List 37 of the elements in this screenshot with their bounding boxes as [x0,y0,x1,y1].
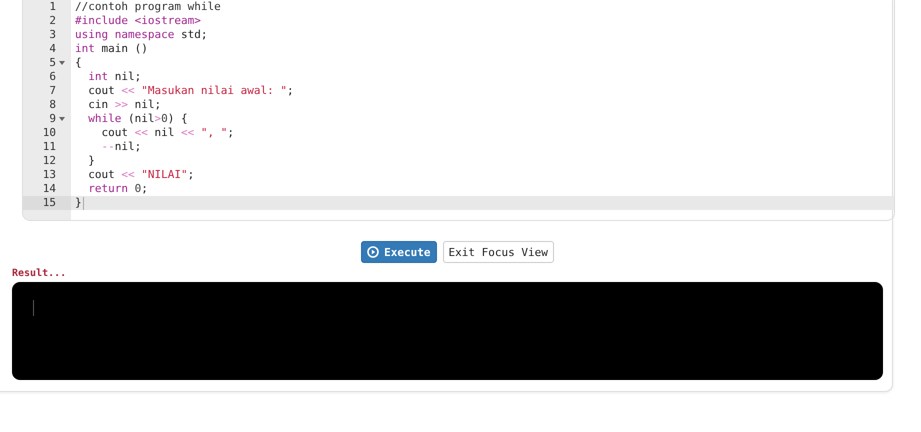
code-line: using namespace std; [74,28,208,42]
line-number: 2 [48,14,57,28]
line-number: 4 [48,42,57,56]
line-number: 11 [42,140,57,154]
fold-arrow-icon[interactable] [59,61,65,65]
code-line: int nil; [87,70,142,84]
line-number: 5 [23,56,71,70]
code-line: int main () [74,42,149,56]
code-line: //contoh program while [74,0,222,14]
line-number: 9 [23,112,71,126]
line-number: 13 [42,168,57,182]
code-line: #include <iostream> [74,14,202,28]
code-line: } [87,154,96,168]
code-line: cout << nil << ", "; [100,126,235,140]
code-line: --nil; [100,140,142,154]
code-line: cout << "Masukan nilai awal: "; [87,84,295,98]
execute-button[interactable]: Execute [361,241,436,263]
exit-focus-view-button[interactable]: Exit Focus View [442,241,554,263]
line-number: 12 [42,154,57,168]
code-line: return 0; [87,182,149,196]
code-line: cin >> nil; [87,98,162,112]
code-line: while (nil>0) { [87,112,189,126]
line-number: 7 [48,84,57,98]
line-number: 8 [48,98,57,112]
text-cursor [82,196,84,210]
active-line-number: 15 [23,196,71,210]
fold-arrow-icon[interactable] [59,117,65,121]
code-line: { [74,56,83,70]
line-number: 14 [42,182,57,196]
line-number: 10 [42,126,57,140]
line-number: 1 [48,0,57,14]
text-cursor [33,300,34,316]
line-number: 3 [48,28,57,42]
code-line: cout << "NILAI"; [87,168,196,182]
line-number: 6 [48,70,57,84]
result-label: Result... [12,268,68,279]
play-icon [367,246,380,258]
